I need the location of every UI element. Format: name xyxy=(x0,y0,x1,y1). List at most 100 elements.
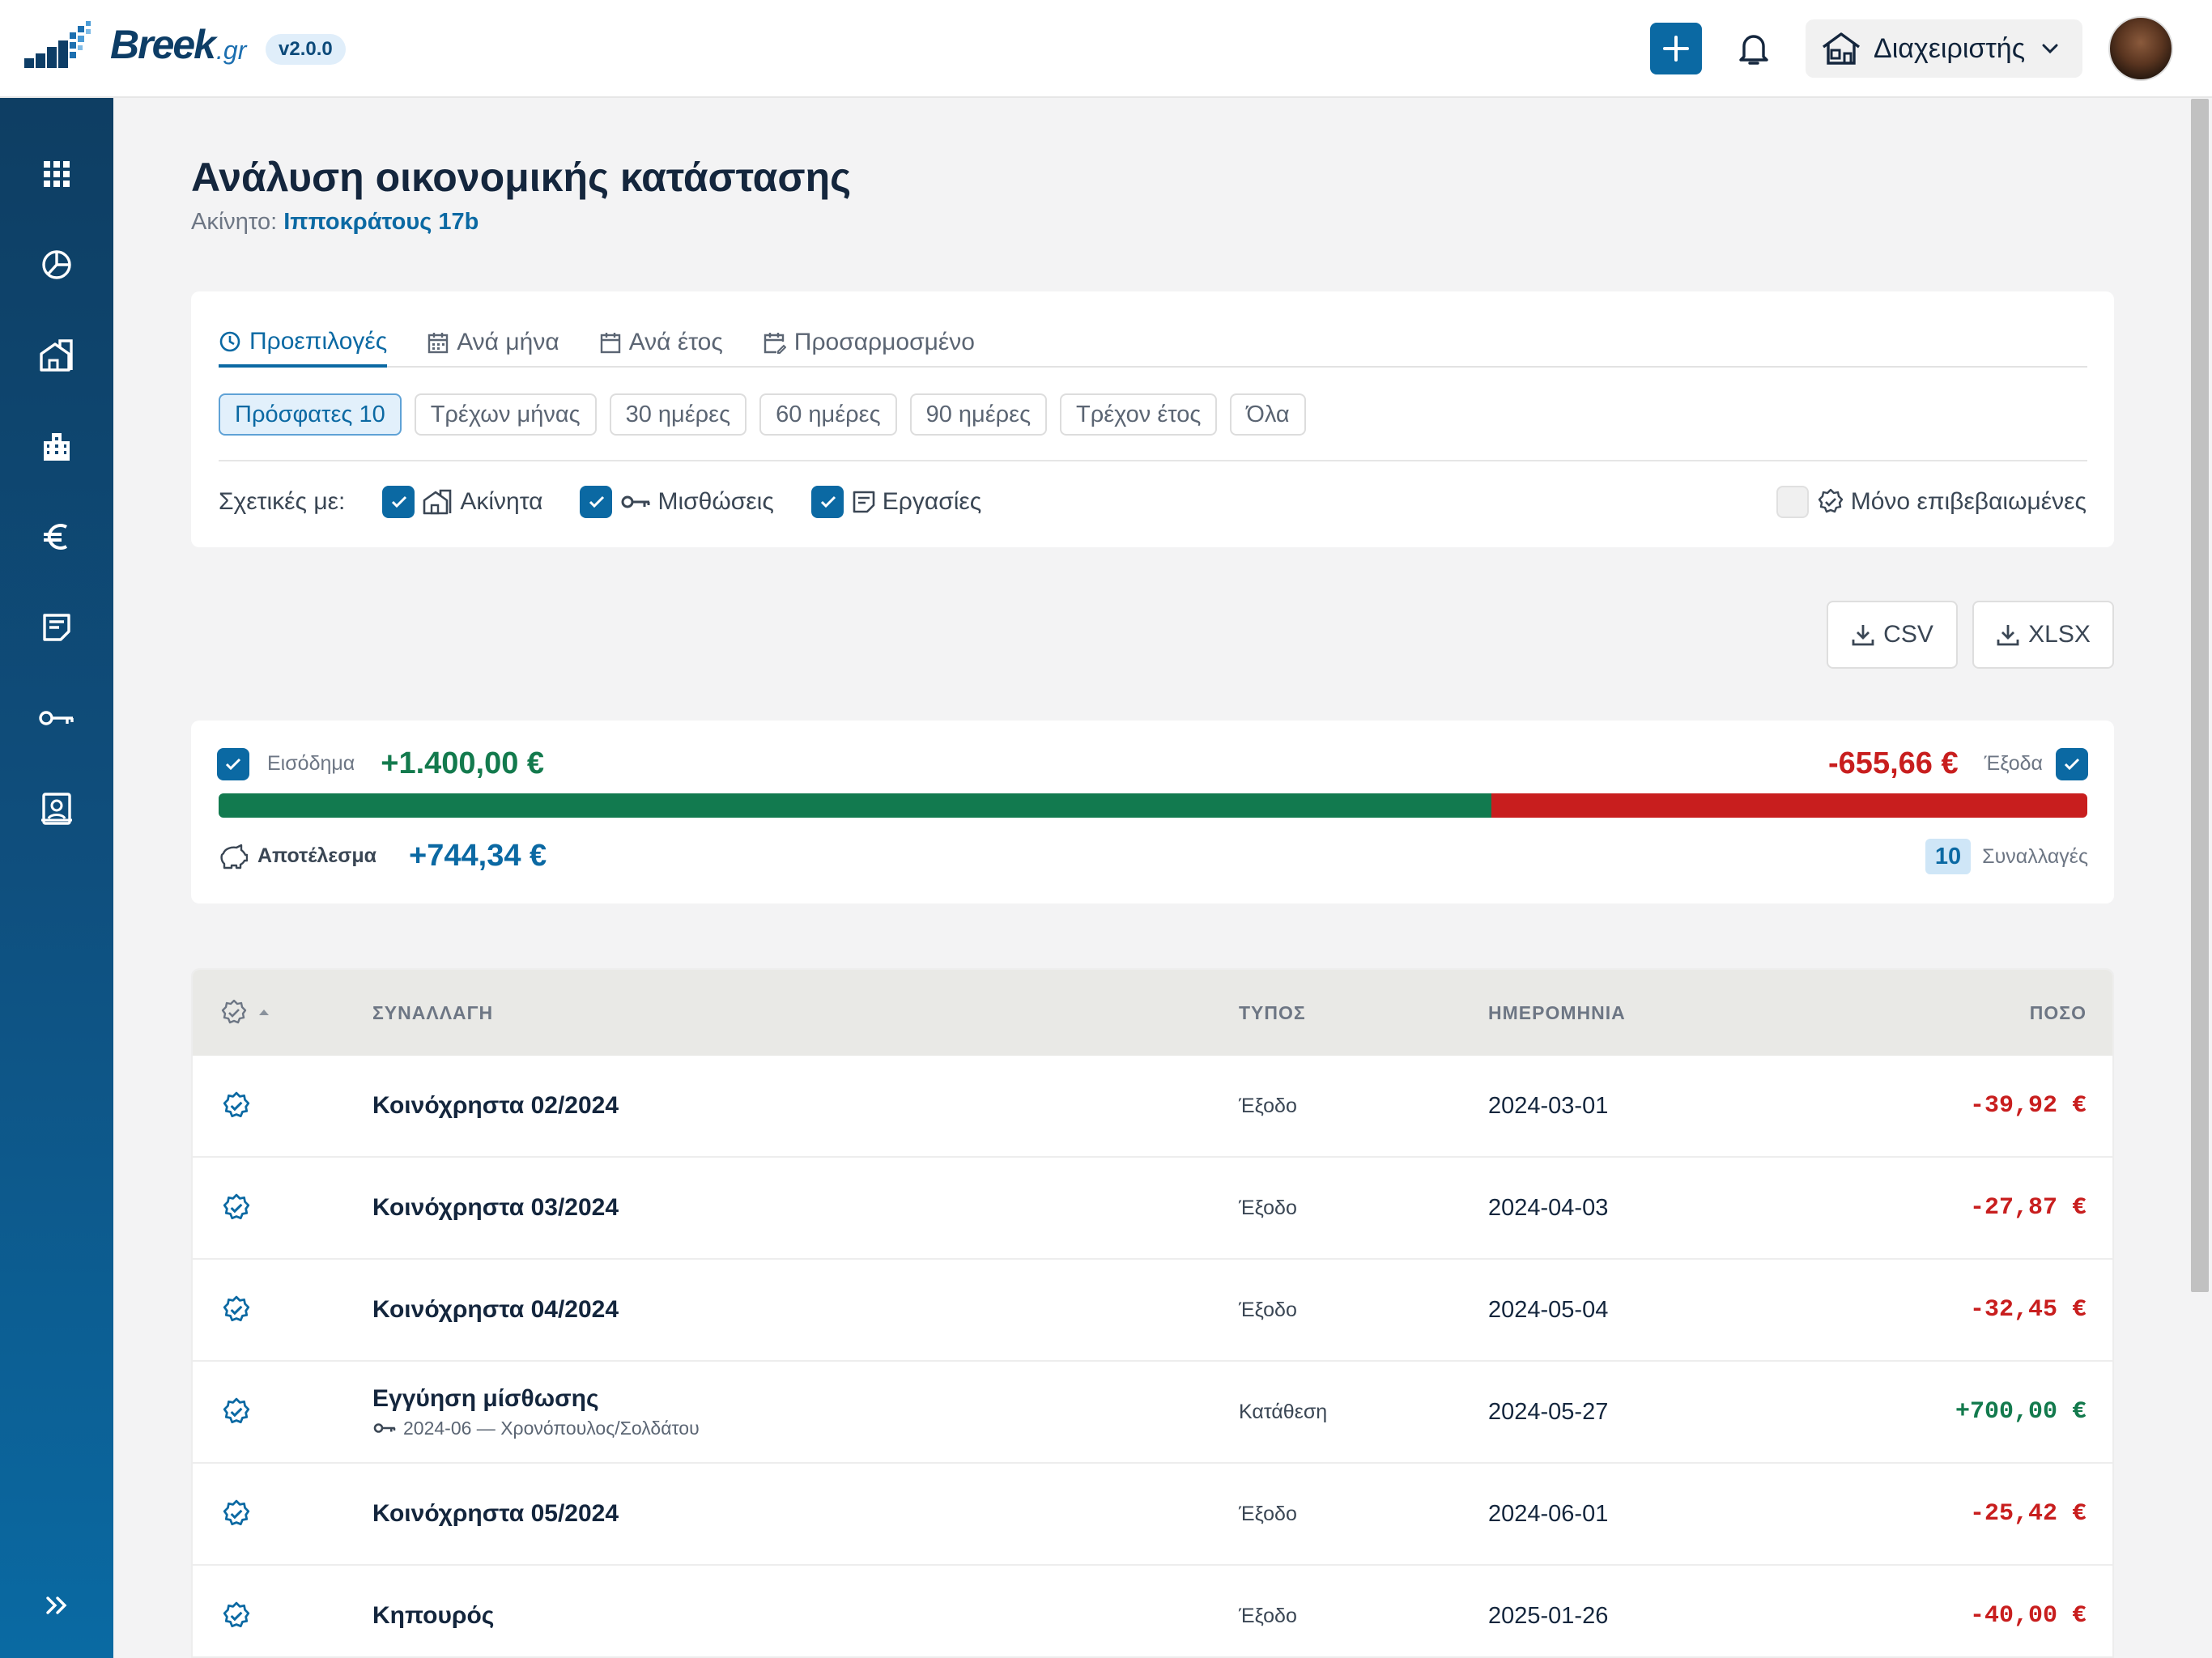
chip-90-days[interactable]: 90 ημέρες xyxy=(909,393,1048,436)
sidebar-expand-button[interactable] xyxy=(32,1581,81,1630)
sidebar-item-finance[interactable] xyxy=(32,512,81,561)
chip-current-year[interactable]: Τρέχον έτος xyxy=(1060,393,1218,436)
transaction-cell: Κοινόχρηστα 02/2024 xyxy=(372,1056,619,1156)
analytics-icon xyxy=(42,250,71,279)
transaction-title[interactable]: Εγγύηση μίσθωσης xyxy=(372,1385,599,1413)
header-amount[interactable]: ΠΟΣΟ xyxy=(2030,970,2087,1056)
only-confirmed-filter[interactable]: Μόνο επιβεβαιωμένες xyxy=(1776,486,2087,518)
verified-badge-icon xyxy=(223,1295,250,1322)
piggy-bank-icon xyxy=(220,844,248,869)
related-tasks[interactable]: Εργασίες xyxy=(810,486,982,518)
transaction-amount: -32,45 € xyxy=(1969,1296,2087,1324)
scrollbar-thumb[interactable] xyxy=(2191,99,2209,1292)
table-row[interactable]: Εγγύηση μίσθωσης 2024-06 — Χρονόπουλος/Σο… xyxy=(193,1362,2112,1464)
transaction-amount: -40,00 € xyxy=(1969,1602,2087,1630)
transactions-count-badge: 10 xyxy=(1925,839,1972,874)
chip-all[interactable]: Όλα xyxy=(1230,393,1306,436)
table-row[interactable]: Κοινόχρηστα 04/2024 Έξοδο 2024-05-04 -32,45… xyxy=(193,1260,2112,1362)
plus-icon xyxy=(1663,36,1689,62)
breek-logo[interactable]: Breek .gr xyxy=(24,18,246,71)
avatar[interactable] xyxy=(2108,16,2173,81)
transaction-date: 2025-01-26 xyxy=(1488,1602,1609,1629)
sidebar-item-buildings[interactable] xyxy=(32,422,81,470)
logo-mark-icon xyxy=(24,21,91,68)
verified-badge-icon xyxy=(223,1601,250,1628)
tasks-checkbox[interactable] xyxy=(810,486,844,518)
tab-presets[interactable]: Προεπιλογές xyxy=(219,319,388,368)
transaction-title[interactable]: Κοινόχρηστα 03/2024 xyxy=(372,1194,619,1222)
income-summary: Εισόδημα +1.400,00 € xyxy=(217,746,544,781)
table-row[interactable]: Κοινόχρηστα 02/2024 Έξοδο 2024-03-01 -39,92… xyxy=(193,1056,2112,1158)
verified-status xyxy=(222,1464,251,1564)
income-value: +1.400,00 € xyxy=(381,746,545,780)
add-button[interactable] xyxy=(1650,23,1702,74)
tab-label: Ανά έτος xyxy=(628,329,723,355)
tab-by-year[interactable]: Ανά έτος xyxy=(600,319,723,366)
table-row[interactable]: Κοινόχρηστα 03/2024 Έξοδο 2024-04-03 -27,87… xyxy=(193,1158,2112,1260)
role-selector[interactable]: Διαχειριστής xyxy=(1806,19,2082,78)
transaction-type: Έξοδο xyxy=(1239,1094,1297,1117)
export-csv-button[interactable]: CSV xyxy=(1827,601,1958,669)
notifications-button[interactable] xyxy=(1733,28,1775,70)
table-row[interactable]: Κοινόχρηστα 05/2024 Έξοδο 2024-06-01 -25,42… xyxy=(193,1464,2112,1566)
tab-by-month[interactable]: Ανά μήνα xyxy=(428,319,559,366)
transaction-date: 2024-05-27 xyxy=(1488,1398,1609,1425)
role-label: Διαχειριστής xyxy=(1874,32,2026,64)
double-chevron-right-icon xyxy=(46,1596,67,1614)
chip-30-days[interactable]: 30 ημέρες xyxy=(609,393,747,436)
header-type[interactable]: ΤΥΠΟΣ xyxy=(1239,970,1306,1056)
income-expense-bar xyxy=(219,793,2087,818)
transaction-title[interactable]: Κοινόχρηστα 05/2024 xyxy=(372,1500,619,1528)
header-date[interactable]: ΗΜΕΡΟΜΗΝΙΑ xyxy=(1488,970,1626,1056)
tab-custom[interactable]: Προσαρμοσμένο xyxy=(764,319,975,366)
sidebar-item-tasks[interactable] xyxy=(32,603,81,652)
check-icon xyxy=(820,495,836,508)
related-label-tasks: Εργασίες xyxy=(882,488,982,515)
brand-suffix: .gr xyxy=(216,35,247,65)
transaction-date: 2024-05-04 xyxy=(1488,1296,1609,1323)
tab-label: Προεπιλογές xyxy=(249,328,388,355)
verified-badge-icon xyxy=(223,1499,250,1526)
sidebar-item-leases[interactable] xyxy=(32,694,81,742)
calendar-icon xyxy=(428,333,449,354)
income-checkbox[interactable] xyxy=(217,747,249,780)
chip-60-days[interactable]: 60 ημέρες xyxy=(759,393,897,436)
brand-name: Breek xyxy=(110,22,216,67)
sidebar-item-dashboard[interactable] xyxy=(32,150,81,198)
chip-current-month[interactable]: Τρέχων μήνας xyxy=(414,393,597,436)
expense-label: Έξοδα xyxy=(1984,752,2043,775)
property-link[interactable]: Ιπποκράτους 17b xyxy=(283,209,479,235)
euro-icon xyxy=(44,524,68,550)
transaction-title[interactable]: Κηπουρός xyxy=(372,1602,494,1630)
calendar-icon xyxy=(600,333,620,354)
sidebar-item-properties[interactable] xyxy=(32,331,81,380)
verified-status xyxy=(222,1158,251,1258)
related-filters: Σχετικές με: Ακίνητα Μισθώσεις Εργασίες xyxy=(219,486,981,518)
properties-checkbox[interactable] xyxy=(382,486,415,518)
table-row[interactable]: Κηπουρός Έξοδο 2025-01-26 -40,00 € xyxy=(193,1566,2112,1656)
transaction-type: Έξοδο xyxy=(1239,1298,1297,1321)
transaction-title[interactable]: Κοινόχρηστα 04/2024 xyxy=(372,1296,619,1324)
buildings-icon xyxy=(44,433,70,461)
related-properties[interactable]: Ακίνητα xyxy=(382,486,542,518)
header-verified-sort[interactable] xyxy=(220,970,272,1056)
transaction-cell: Κηπουρός xyxy=(372,1566,494,1656)
transaction-type: Κατάθεση xyxy=(1239,1400,1328,1423)
transaction-title[interactable]: Κοινόχρηστα 02/2024 xyxy=(372,1092,619,1120)
expense-checkbox[interactable] xyxy=(2056,747,2088,780)
chip-recent-10[interactable]: Πρόσφατες 10 xyxy=(219,393,402,436)
transaction-subtitle: 2024-06 — Χρονόπουλος/Σολδάτου xyxy=(372,1418,700,1439)
related-leases[interactable]: Μισθώσεις xyxy=(580,486,774,518)
export-xlsx-button[interactable]: XLSX xyxy=(1972,601,2114,669)
transaction-amount: -25,42 € xyxy=(1969,1500,2087,1528)
preset-chips: Πρόσφατες 10 Τρέχων μήνας 30 ημέρες 60 η… xyxy=(219,393,1319,436)
leases-checkbox[interactable] xyxy=(580,486,613,518)
header-transaction[interactable]: ΣΥΝΑΛΛΑΓΗ xyxy=(372,970,493,1056)
only-confirmed-checkbox[interactable] xyxy=(1776,486,1809,518)
sidebar-item-analytics[interactable] xyxy=(32,240,81,289)
transactions-label: Συναλλαγές xyxy=(1982,844,2088,868)
transaction-cell: Κοινόχρηστα 05/2024 xyxy=(372,1464,619,1564)
sidebar-item-contacts[interactable] xyxy=(32,784,81,833)
check-icon xyxy=(225,758,241,770)
transaction-amount: +700,00 € xyxy=(1955,1398,2087,1426)
